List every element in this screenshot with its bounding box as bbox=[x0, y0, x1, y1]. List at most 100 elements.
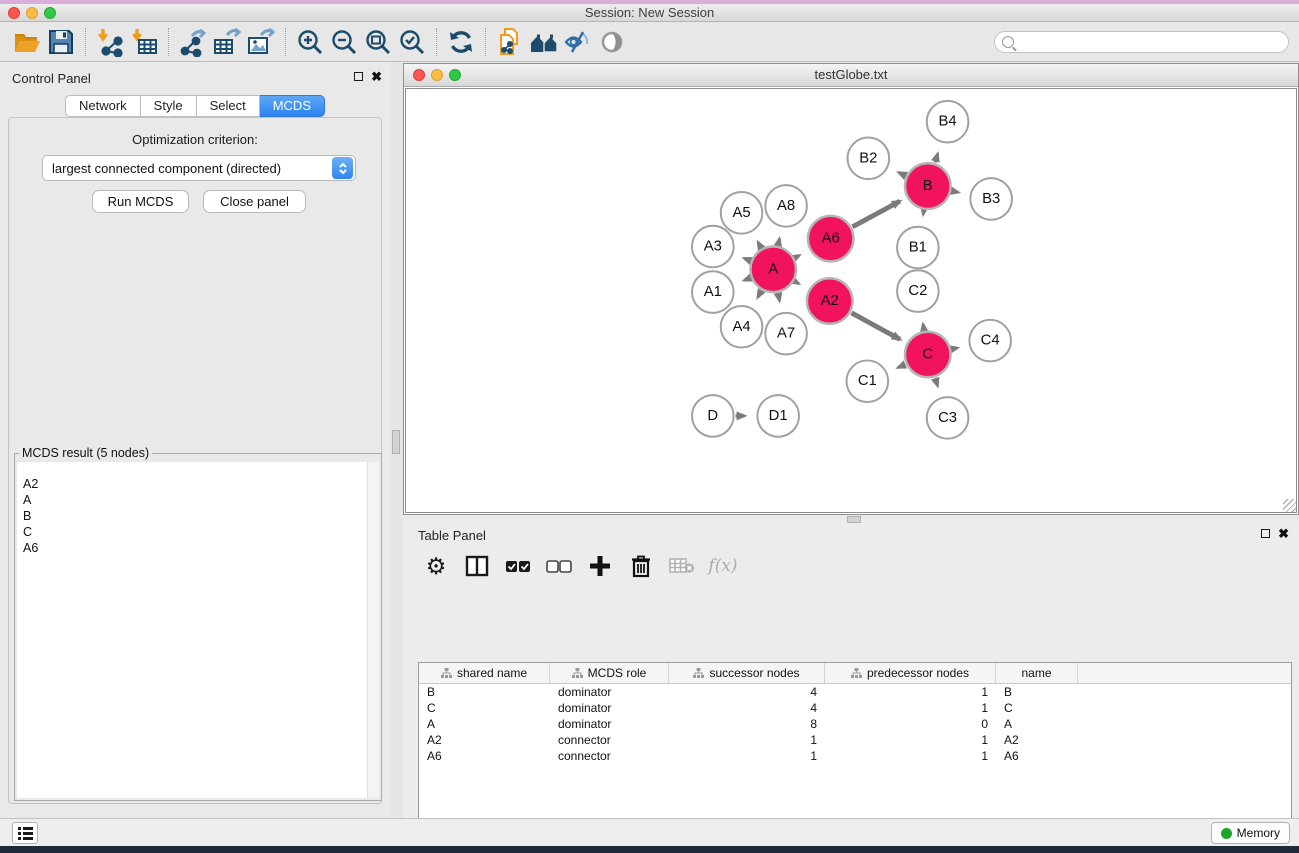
table-row[interactable]: Cdominator41C bbox=[419, 700, 1291, 716]
first-neighbors-icon[interactable] bbox=[527, 25, 561, 59]
zoom-fit-icon[interactable] bbox=[361, 25, 395, 59]
mcds-result-list[interactable]: A2ABCA6 bbox=[17, 462, 379, 798]
edge-A-A5[interactable] bbox=[758, 242, 761, 248]
edge-C-C3[interactable] bbox=[935, 378, 937, 386]
table-row[interactable]: A2connector11A2 bbox=[419, 732, 1291, 748]
table-row[interactable]: A6connector11A6 bbox=[419, 748, 1291, 764]
edge-C-C4[interactable] bbox=[952, 348, 957, 349]
network-window-titlebar[interactable]: testGlobe.txt bbox=[404, 64, 1298, 87]
graph-node-C3[interactable]: C3 bbox=[927, 397, 969, 439]
close-window-button[interactable] bbox=[8, 7, 20, 19]
column-header-successor-nodes[interactable]: successor nodes bbox=[669, 663, 825, 683]
graph-node-A5[interactable]: A5 bbox=[721, 192, 763, 234]
graph-node-D[interactable]: D bbox=[692, 395, 734, 437]
graph-node-D1[interactable]: D1 bbox=[757, 395, 799, 437]
import-network-icon[interactable] bbox=[93, 25, 127, 59]
hide-selected-icon[interactable] bbox=[561, 25, 595, 59]
search-field[interactable] bbox=[994, 31, 1289, 53]
graph-node-A[interactable]: A bbox=[750, 247, 796, 293]
zoom-selected-icon[interactable] bbox=[395, 25, 429, 59]
zoom-out-icon[interactable] bbox=[327, 25, 361, 59]
select-all-checkbox-icon[interactable] bbox=[505, 553, 531, 579]
edge-A-A1[interactable] bbox=[744, 278, 750, 280]
graph-node-C4[interactable]: C4 bbox=[969, 320, 1011, 362]
mcds-result-item[interactable]: C bbox=[23, 524, 379, 540]
maximize-window-button[interactable] bbox=[44, 7, 56, 19]
criterion-dropdown[interactable]: largest connected component (directed) bbox=[42, 155, 356, 181]
settings-gear-icon[interactable]: ⚙ bbox=[423, 553, 449, 579]
close-panel-icon[interactable]: ✖ bbox=[1278, 528, 1289, 539]
table-row[interactable]: Adominator80A bbox=[419, 716, 1291, 732]
deselect-all-checkbox-icon[interactable] bbox=[546, 553, 572, 579]
network-graph[interactable]: B4B2BB3B1A5A8A6A3AA1A4A7A2C2C4CC1C3DD1 bbox=[406, 89, 1296, 512]
graph-node-A7[interactable]: A7 bbox=[765, 313, 807, 355]
graph-node-B3[interactable]: B3 bbox=[970, 178, 1012, 220]
export-table-icon[interactable] bbox=[210, 25, 244, 59]
edge-A-A6[interactable] bbox=[795, 255, 799, 257]
graph-node-B4[interactable]: B4 bbox=[927, 101, 969, 143]
edge-B-B4[interactable] bbox=[935, 154, 938, 163]
import-table-icon[interactable] bbox=[127, 25, 161, 59]
show-all-icon[interactable] bbox=[595, 25, 629, 59]
graph-node-A1[interactable]: A1 bbox=[692, 271, 734, 313]
network-minimize-button[interactable] bbox=[431, 69, 443, 81]
edge-A-A2[interactable] bbox=[795, 281, 799, 283]
graph-node-B[interactable]: B bbox=[905, 163, 951, 209]
graph-node-A3[interactable]: A3 bbox=[692, 226, 734, 268]
panel-splitter-vertical[interactable] bbox=[390, 62, 403, 818]
graph-node-B1[interactable]: B1 bbox=[897, 227, 939, 269]
graph-node-C[interactable]: C bbox=[905, 332, 951, 378]
tab-mcds[interactable]: MCDS bbox=[260, 95, 325, 117]
edge-A-A7[interactable] bbox=[778, 294, 779, 301]
tab-network[interactable]: Network bbox=[65, 95, 141, 117]
run-mcds-button[interactable]: Run MCDS bbox=[92, 190, 189, 213]
column-visibility-icon[interactable] bbox=[464, 553, 490, 579]
close-panel-icon[interactable]: ✖ bbox=[371, 71, 382, 82]
mcds-result-item[interactable]: A bbox=[23, 492, 379, 508]
mcds-result-item[interactable]: A6 bbox=[23, 540, 379, 556]
network-maximize-button[interactable] bbox=[449, 69, 461, 81]
task-history-button[interactable] bbox=[12, 822, 38, 844]
tab-select[interactable]: Select bbox=[197, 95, 260, 117]
edge-A-A8[interactable] bbox=[778, 239, 779, 245]
float-panel-icon[interactable] bbox=[1261, 529, 1270, 538]
add-column-icon[interactable] bbox=[587, 553, 613, 579]
splitter-grip[interactable] bbox=[392, 430, 400, 454]
network-canvas[interactable]: B4B2BB3B1A5A8A6A3AA1A4A7A2C2C4CC1C3DD1 bbox=[405, 88, 1297, 513]
list-scrollbar[interactable] bbox=[367, 462, 379, 798]
export-image-icon[interactable] bbox=[244, 25, 278, 59]
edge-B-B1[interactable] bbox=[923, 211, 924, 215]
minimize-window-button[interactable] bbox=[26, 7, 38, 19]
open-file-icon[interactable] bbox=[10, 25, 44, 59]
edge-A-A3[interactable] bbox=[744, 258, 750, 260]
export-network-icon[interactable] bbox=[176, 25, 210, 59]
network-close-button[interactable] bbox=[413, 69, 425, 81]
clone-network-icon[interactable] bbox=[493, 25, 527, 59]
zoom-in-icon[interactable] bbox=[293, 25, 327, 59]
function-builder-icon[interactable]: f(x) bbox=[710, 553, 736, 579]
graph-node-C2[interactable]: C2 bbox=[897, 270, 939, 312]
edge-A2-C[interactable] bbox=[851, 313, 900, 339]
mcds-result-item[interactable]: A2 bbox=[23, 476, 379, 492]
memory-button[interactable]: Memory bbox=[1211, 822, 1290, 844]
column-header-predecessor-nodes[interactable]: predecessor nodes bbox=[825, 663, 996, 683]
refresh-layout-icon[interactable] bbox=[444, 25, 478, 59]
float-panel-icon[interactable] bbox=[354, 72, 363, 81]
delete-column-icon[interactable] bbox=[628, 553, 654, 579]
search-input[interactable] bbox=[1018, 35, 1288, 49]
graph-node-A2[interactable]: A2 bbox=[807, 278, 853, 324]
column-header-shared-name[interactable]: shared name bbox=[419, 663, 550, 683]
table-row[interactable]: Bdominator41B bbox=[419, 684, 1291, 700]
window-resize-grip[interactable] bbox=[1283, 499, 1296, 512]
edge-C-C1[interactable] bbox=[898, 365, 905, 368]
column-header-name[interactable]: name bbox=[996, 663, 1078, 683]
graph-node-A4[interactable]: A4 bbox=[721, 306, 763, 348]
mcds-result-item[interactable]: B bbox=[23, 508, 379, 524]
save-session-icon[interactable] bbox=[44, 25, 78, 59]
close-panel-button[interactable]: Close panel bbox=[203, 190, 306, 213]
graph-node-C1[interactable]: C1 bbox=[847, 360, 889, 402]
edge-C-C2[interactable] bbox=[923, 324, 924, 330]
graph-node-A6[interactable]: A6 bbox=[808, 216, 854, 262]
edge-A-A4[interactable] bbox=[758, 291, 761, 297]
graph-node-A8[interactable]: A8 bbox=[765, 185, 807, 227]
